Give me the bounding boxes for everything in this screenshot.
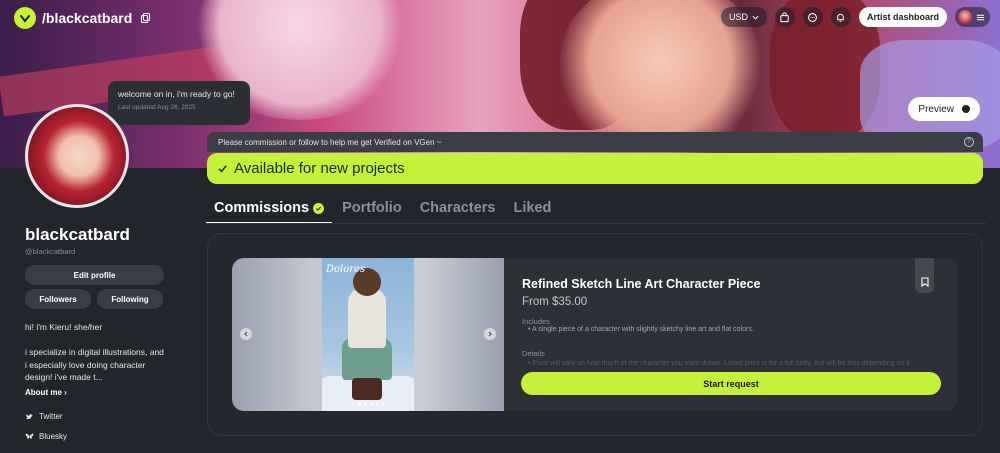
commission-artwork: Dolores bbox=[322, 258, 414, 411]
preview-toggle[interactable]: Preview bbox=[908, 97, 980, 121]
social-link-twitter[interactable]: Twitter bbox=[25, 412, 63, 421]
commission-price: From $35.00 bbox=[522, 296, 588, 308]
about-me-link[interactable]: About me › bbox=[25, 388, 67, 397]
notifications-button[interactable] bbox=[830, 7, 851, 27]
status-text: welcome on in, i'm ready to go! bbox=[118, 89, 235, 99]
social-link-bluesky[interactable]: Bluesky bbox=[25, 432, 67, 441]
bookmark-button[interactable] bbox=[915, 258, 934, 293]
chevron-right-icon: › bbox=[64, 388, 67, 397]
bio-intro: hi! i'm Kieru! she/her bbox=[25, 322, 103, 332]
following-button[interactable]: Following bbox=[97, 289, 163, 309]
messages-button[interactable] bbox=[802, 7, 823, 27]
status-timestamp: Last updated Aug 26, 2025 bbox=[118, 104, 196, 111]
details-item: • Price will vary on how much of the cha… bbox=[528, 360, 910, 367]
currency-select[interactable]: USD bbox=[720, 7, 767, 27]
includes-text: A single piece of a character with sligh… bbox=[532, 326, 754, 333]
artist-dashboard-button[interactable]: Artist dashboard bbox=[858, 7, 947, 27]
social-label: Bluesky bbox=[39, 432, 68, 441]
top-nav: USD Artist dashboard bbox=[720, 7, 990, 27]
gallery-prev-button[interactable] bbox=[240, 328, 252, 340]
profile-url-handle: /blackcatbard bbox=[42, 10, 133, 26]
profile-username: blackcatbard bbox=[25, 225, 130, 244]
copy-icon[interactable] bbox=[140, 12, 152, 24]
tab-characters[interactable]: Characters bbox=[412, 200, 504, 224]
profile-subhandle: @blackcatbard bbox=[25, 247, 76, 256]
edit-profile-button[interactable]: Edit profile bbox=[25, 265, 164, 285]
verification-text: Please commission or follow to help me g… bbox=[218, 137, 442, 147]
avatar bbox=[958, 10, 972, 24]
gallery-pagination[interactable] bbox=[358, 402, 385, 405]
tab-label: Commissions bbox=[214, 200, 310, 216]
commission-title[interactable]: Refined Sketch Line Art Character Piece bbox=[522, 277, 761, 291]
site-logo-handle[interactable]: /blackcatbard bbox=[14, 7, 152, 29]
currency-label: USD bbox=[728, 12, 748, 22]
followers-button[interactable]: Followers bbox=[25, 289, 91, 309]
commission-gallery[interactable]: Dolores bbox=[232, 258, 504, 411]
bio-text: i specialize in digital illustrations, a… bbox=[25, 347, 164, 382]
chevron-right-icon bbox=[488, 331, 492, 337]
profile-tabs: Commissions Portfolio Characters Liked bbox=[206, 200, 561, 224]
vgen-logo-icon[interactable] bbox=[14, 7, 36, 29]
includes-label: Includes bbox=[522, 317, 550, 326]
chevron-left-icon bbox=[244, 331, 248, 337]
gallery-dot[interactable] bbox=[364, 402, 367, 405]
gallery-dot[interactable] bbox=[382, 402, 385, 405]
preview-label: Preview bbox=[918, 103, 954, 115]
account-menu[interactable] bbox=[955, 7, 990, 27]
twitter-icon bbox=[25, 414, 33, 420]
chat-icon bbox=[808, 12, 818, 22]
gallery-dot[interactable] bbox=[358, 402, 361, 405]
social-label: Twitter bbox=[39, 412, 63, 421]
hamburger-menu-icon bbox=[976, 14, 985, 20]
gallery-dot[interactable] bbox=[370, 402, 373, 405]
availability-status: Available for new projects bbox=[207, 153, 983, 184]
availability-text: Available for new projects bbox=[234, 160, 405, 177]
tab-commissions[interactable]: Commissions bbox=[206, 200, 333, 224]
shop-button[interactable] bbox=[774, 7, 795, 27]
verification-notice: Please commission or follow to help me g… bbox=[207, 132, 983, 152]
bell-icon bbox=[837, 13, 845, 22]
about-me-label: About me bbox=[25, 388, 62, 397]
profile-avatar[interactable] bbox=[25, 104, 129, 208]
verified-check-icon bbox=[313, 202, 325, 214]
details-text: Price will vary on how much of the chara… bbox=[532, 360, 910, 367]
chevron-down-icon bbox=[752, 15, 759, 20]
tab-portfolio[interactable]: Portfolio bbox=[334, 200, 410, 224]
details-label: Details bbox=[522, 349, 545, 358]
commission-card[interactable]: Dolores Refined Sketch Line Art Characte… bbox=[232, 258, 957, 411]
gallery-dot[interactable] bbox=[376, 402, 379, 405]
tabs-divider bbox=[206, 223, 986, 224]
shopping-bag-icon bbox=[780, 11, 790, 22]
start-request-button[interactable]: Start request bbox=[521, 372, 941, 395]
status-message: welcome on in, i'm ready to go! Last upd… bbox=[108, 81, 250, 125]
checkmark-icon bbox=[218, 165, 227, 173]
bookmark-icon bbox=[920, 277, 929, 287]
toggle-dot-icon bbox=[962, 105, 970, 113]
includes-item: • A single piece of a character with sli… bbox=[528, 326, 754, 333]
artwork-signature: Dolores bbox=[326, 264, 366, 275]
help-icon[interactable]: ? bbox=[964, 137, 974, 147]
gallery-next-button[interactable] bbox=[484, 328, 496, 340]
bluesky-butterfly-icon bbox=[25, 433, 34, 439]
tab-liked[interactable]: Liked bbox=[505, 200, 559, 224]
